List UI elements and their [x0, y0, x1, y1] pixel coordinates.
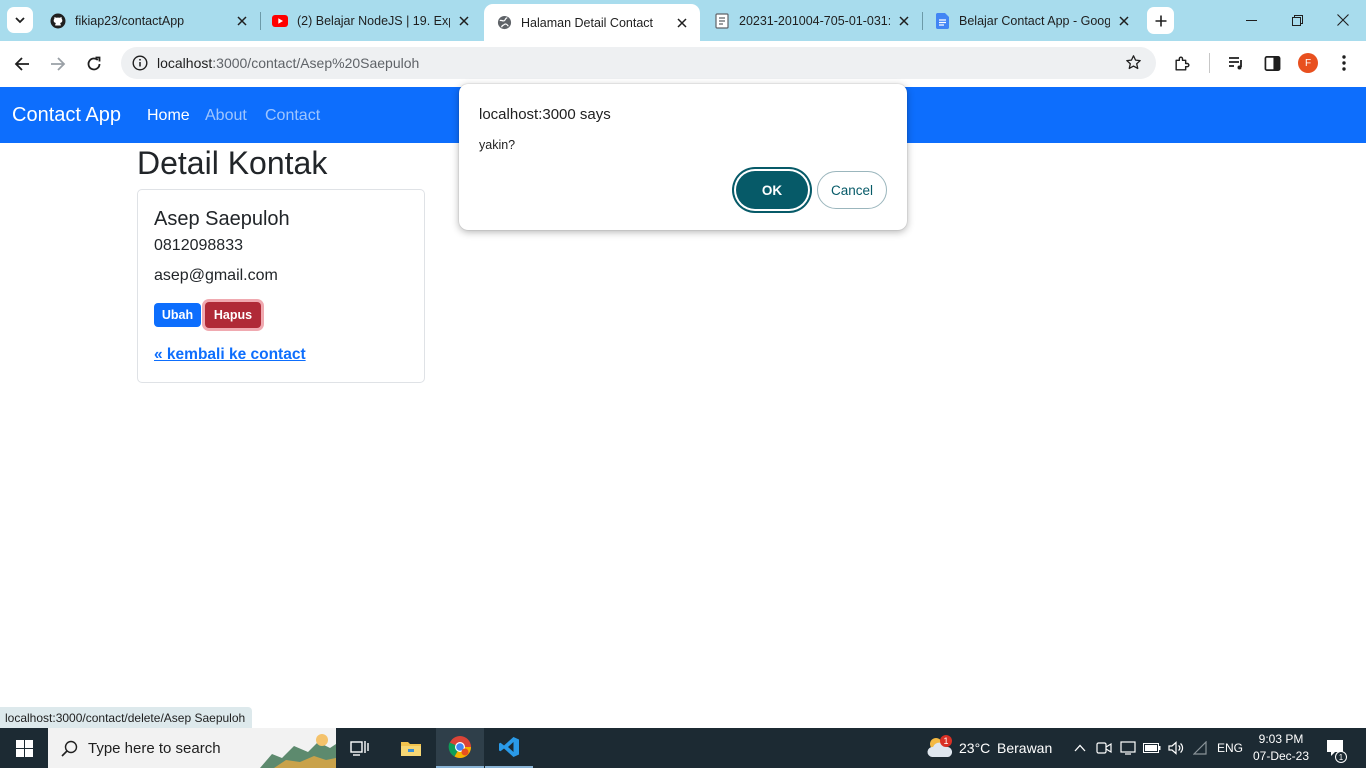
- start-button[interactable]: [0, 728, 48, 768]
- globe-icon: [496, 15, 512, 31]
- toolbar-divider: [1209, 53, 1210, 73]
- side-panel-icon[interactable]: [1260, 51, 1284, 75]
- back-button[interactable]: [7, 49, 37, 79]
- new-tab-button[interactable]: [1147, 7, 1174, 34]
- weather-temperature[interactable]: 23°C: [959, 740, 990, 756]
- meet-now-icon[interactable]: [1095, 739, 1113, 757]
- folder-icon: [401, 742, 421, 756]
- forward-button[interactable]: [43, 49, 73, 79]
- arrow-right-icon: [51, 57, 66, 71]
- dialog-title: localhost:3000 says: [479, 106, 611, 123]
- tab-title: 20231-201004-705-01-031: L: [739, 13, 890, 28]
- chevron-down-icon: [15, 17, 25, 24]
- plus-icon: [1155, 15, 1166, 26]
- close-tab-icon[interactable]: [674, 15, 690, 31]
- arrow-left-icon: [14, 57, 29, 71]
- network-icon[interactable]: [1191, 739, 1209, 757]
- file-explorer-button[interactable]: [387, 728, 435, 768]
- minimize-icon: [1245, 19, 1257, 21]
- chrome-taskbar-button[interactable]: [436, 728, 484, 768]
- media-control-icon[interactable]: [1224, 51, 1248, 75]
- vscode-taskbar-button[interactable]: [485, 728, 533, 768]
- windows-taskbar: Type here to search 1 23°C Berawan ENG 9…: [0, 728, 1366, 768]
- volume-icon[interactable]: [1167, 739, 1185, 757]
- close-tab-icon[interactable]: [234, 13, 250, 29]
- site-info-icon[interactable]: [125, 55, 155, 71]
- task-view-icon: [350, 741, 369, 756]
- search-highlight-image: [260, 732, 336, 768]
- tab-github[interactable]: fikiap23/contactApp: [38, 4, 260, 37]
- search-icon: [61, 740, 78, 757]
- delete-button[interactable]: Hapus: [205, 302, 261, 328]
- tab-document[interactable]: 20231-201004-705-01-031: L: [702, 4, 922, 37]
- vscode-icon: [499, 737, 519, 757]
- taskbar-search-box[interactable]: Type here to search: [48, 728, 336, 768]
- minimize-button[interactable]: [1228, 0, 1274, 40]
- back-to-contact-link[interactable]: « kembali ke contact: [154, 346, 306, 364]
- restore-button[interactable]: [1274, 0, 1320, 40]
- youtube-icon: [272, 13, 288, 29]
- status-url-bubble: localhost:3000/contact/delete/Asep Saepu…: [0, 707, 253, 728]
- close-tab-icon[interactable]: [1116, 13, 1132, 29]
- display-icon[interactable]: [1119, 739, 1137, 757]
- profile-avatar[interactable]: F: [1298, 53, 1318, 73]
- url-path: :3000/contact/Asep%20Saepuloh: [212, 55, 420, 71]
- contact-card: Asep Saepuloh 0812098833 asep@gmail.com …: [137, 189, 425, 383]
- tab-youtube[interactable]: (2) Belajar NodeJS | 19. Expr: [260, 4, 482, 37]
- page-title: Detail Kontak: [137, 145, 328, 181]
- tab-search-button[interactable]: [7, 7, 33, 33]
- contact-email: asep@gmail.com: [154, 267, 278, 284]
- chrome-icon: [448, 736, 471, 758]
- edit-button[interactable]: Ubah: [154, 303, 201, 327]
- clock-time: 9:03 PM: [1258, 732, 1304, 746]
- tab-title: (2) Belajar NodeJS | 19. Expr: [297, 13, 450, 28]
- confirm-dialog: localhost:3000 says yakin? OK Cancel: [459, 84, 907, 230]
- tab-strip: fikiap23/contactApp (2) Belajar NodeJS |…: [0, 0, 1366, 41]
- language-indicator[interactable]: ENG: [1217, 741, 1243, 755]
- reload-icon: [87, 56, 101, 71]
- bookmark-star-icon[interactable]: [1125, 54, 1142, 76]
- nav-link-contact[interactable]: Contact: [265, 107, 320, 125]
- menu-kebab-icon[interactable]: [1332, 51, 1356, 75]
- close-tab-icon[interactable]: [896, 13, 912, 29]
- url-host: localhost: [157, 55, 213, 71]
- search-placeholder: Type here to search: [88, 739, 221, 757]
- dialog-message: yakin?: [479, 138, 516, 152]
- close-icon: [1337, 14, 1349, 26]
- navbar-brand[interactable]: Contact App: [12, 104, 121, 127]
- battery-icon[interactable]: [1143, 739, 1161, 757]
- tab-detail-contact[interactable]: Halaman Detail Contact: [484, 4, 700, 41]
- url-text: localhost:3000/contact/Asep%20Saepuloh: [157, 55, 419, 71]
- weather-condition[interactable]: Berawan: [997, 740, 1052, 756]
- contact-name: Asep Saepuloh: [154, 208, 290, 230]
- tab-title: fikiap23/contactApp: [75, 13, 185, 28]
- windows-logo-icon: [15, 739, 33, 757]
- dialog-ok-button[interactable]: OK: [736, 171, 808, 209]
- close-window-button[interactable]: [1320, 0, 1366, 40]
- extensions-icon[interactable]: [1170, 51, 1194, 75]
- browser-toolbar: localhost:3000/contact/Asep%20Saepuloh F: [0, 41, 1366, 86]
- weather-badge: 1: [940, 735, 952, 747]
- google-docs-icon: [934, 12, 950, 29]
- nav-link-home[interactable]: Home: [147, 107, 190, 125]
- document-icon: [714, 12, 730, 29]
- contact-phone: 0812098833: [154, 237, 243, 254]
- notification-count-badge: 1: [1335, 751, 1347, 763]
- dialog-cancel-button[interactable]: Cancel: [817, 171, 887, 209]
- github-icon: [50, 13, 66, 29]
- taskbar-clock[interactable]: 9:03 PM 07-Dec-23: [1248, 731, 1314, 765]
- task-view-button[interactable]: [336, 728, 384, 768]
- nav-link-about[interactable]: About: [205, 107, 247, 125]
- tab-title: Belajar Contact App - Goog: [959, 13, 1110, 28]
- reload-button[interactable]: [79, 49, 109, 79]
- tab-google-docs[interactable]: Belajar Contact App - Goog: [922, 4, 1142, 37]
- close-tab-icon[interactable]: [456, 13, 472, 29]
- restore-icon: [1291, 14, 1303, 26]
- chevron-up-icon[interactable]: [1071, 739, 1089, 757]
- tab-title: Halaman Detail Contact: [521, 15, 654, 30]
- clock-date: 07-Dec-23: [1252, 749, 1310, 763]
- address-bar[interactable]: localhost:3000/contact/Asep%20Saepuloh: [121, 47, 1156, 79]
